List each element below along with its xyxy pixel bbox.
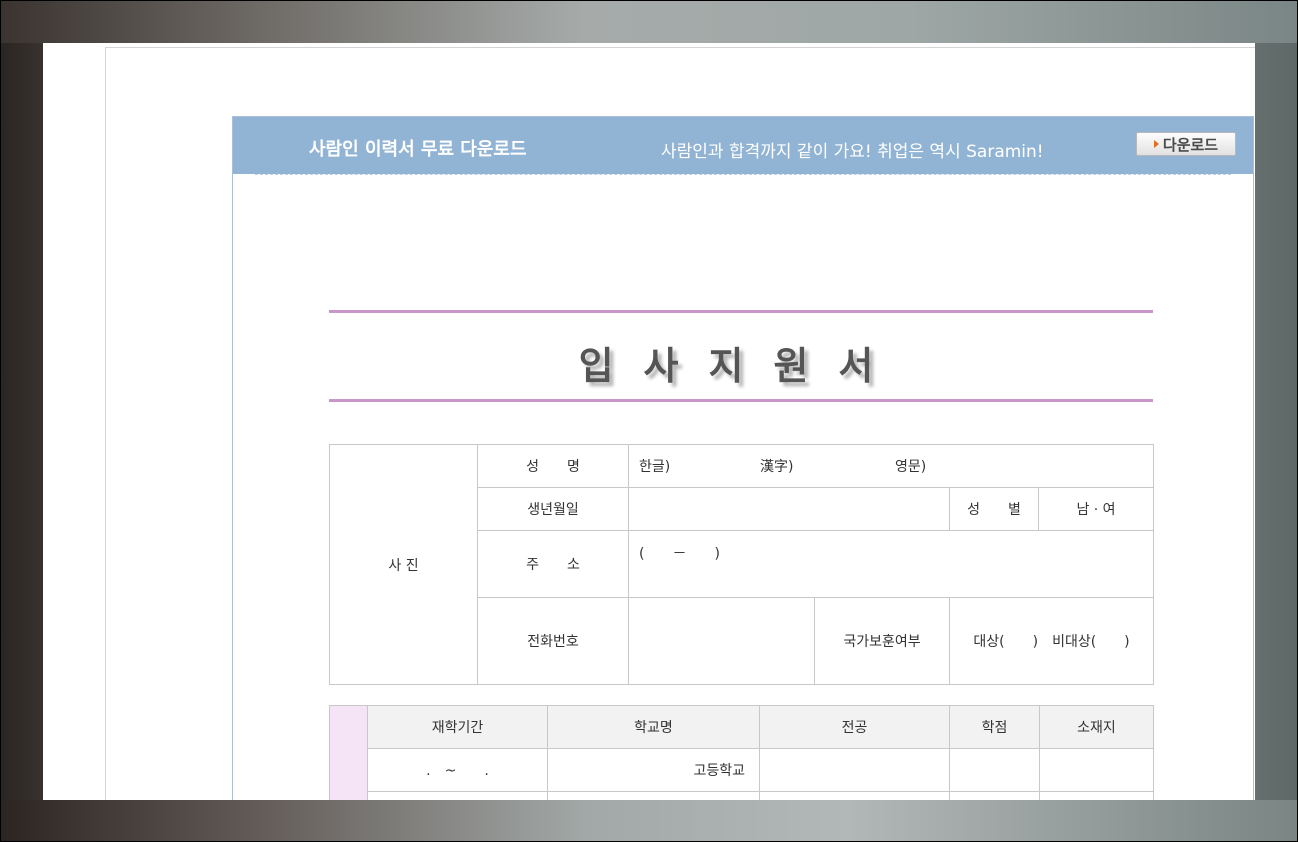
gender-label: 성 별: [949, 487, 1039, 531]
phone-label: 전화번호: [477, 597, 629, 685]
birth-label: 생년월일: [477, 487, 629, 531]
birth-field[interactable]: [628, 487, 950, 531]
name-hanja: 漢字): [760, 459, 794, 475]
gender-field[interactable]: 남 · 여: [1037, 487, 1155, 531]
education-side-label: 학: [329, 705, 368, 800]
document-title: 입사지원서: [578, 344, 904, 388]
address-field[interactable]: ( － ): [627, 530, 1155, 598]
name-label: 성 명: [477, 444, 629, 488]
veteran-label: 국가보훈여부: [814, 597, 950, 685]
education-period-field[interactable]: [367, 791, 548, 800]
download-banner: 사람인 이력서 무료 다운로드 사람인과 합격까지 같이 가요! 취업은 역시 …: [233, 117, 1253, 174]
personal-info-table: 사 진 성 명 한글) 漢字) 영문) 생년월일 성 별 남 · 여 주 소 ( －…: [329, 444, 1155, 685]
education-major-field[interactable]: [759, 748, 950, 792]
education-header: 학교명: [547, 705, 760, 749]
name-english: 영문): [895, 459, 927, 475]
veteran-field[interactable]: 대상( ) 비대상( ): [948, 597, 1155, 685]
banner-divider: [255, 174, 1231, 175]
download-button[interactable]: 다운로드: [1136, 132, 1236, 156]
play-arrow-icon: [1153, 140, 1159, 148]
title-rule-top: [329, 310, 1153, 313]
education-table: 학 재학기간 학교명 전공 학점 소재지 . ~ . 고등학교: [329, 705, 1154, 800]
name-hangul: 한글): [639, 459, 671, 475]
address-label: 주 소: [477, 530, 629, 598]
education-header: 소재지: [1039, 705, 1154, 749]
education-major-field[interactable]: [759, 791, 950, 800]
banner-subtitle: 사람인과 합격까지 같이 가요! 취업은 역시 Saramin!: [661, 142, 1044, 162]
education-location-field[interactable]: [1039, 791, 1154, 800]
education-gpa-field[interactable]: [949, 791, 1040, 800]
viewport: 사람인 이력서 무료 다운로드 사람인과 합격까지 같이 가요! 취업은 역시 …: [43, 43, 1255, 800]
photo-cell: 사 진: [329, 444, 478, 685]
download-button-label: 다운로드: [1162, 135, 1219, 154]
title-rule-bottom: [329, 399, 1153, 402]
education-header: 학점: [949, 705, 1040, 749]
banner-title: 사람인 이력서 무료 다운로드: [309, 139, 527, 160]
resume-frame: 사람인 이력서 무료 다운로드 사람인과 합격까지 같이 가요! 취업은 역시 …: [232, 116, 1254, 800]
education-header: 재학기간: [367, 705, 548, 749]
name-field[interactable]: 한글) 漢字) 영문): [627, 444, 1155, 488]
education-school-field[interactable]: [547, 791, 760, 800]
background-blur-bottom: [0, 800, 1298, 842]
education-header: 전공: [759, 705, 950, 749]
education-location-field[interactable]: [1039, 748, 1154, 792]
page: 사람인 이력서 무료 다운로드 사람인과 합격까지 같이 가요! 취업은 역시 …: [105, 47, 1255, 800]
education-school-field[interactable]: 고등학교: [547, 748, 760, 792]
background-blur-top: [0, 0, 1298, 43]
education-gpa-field[interactable]: [949, 748, 1040, 792]
phone-field[interactable]: [628, 597, 815, 685]
education-period-field[interactable]: . ~ .: [367, 748, 548, 792]
